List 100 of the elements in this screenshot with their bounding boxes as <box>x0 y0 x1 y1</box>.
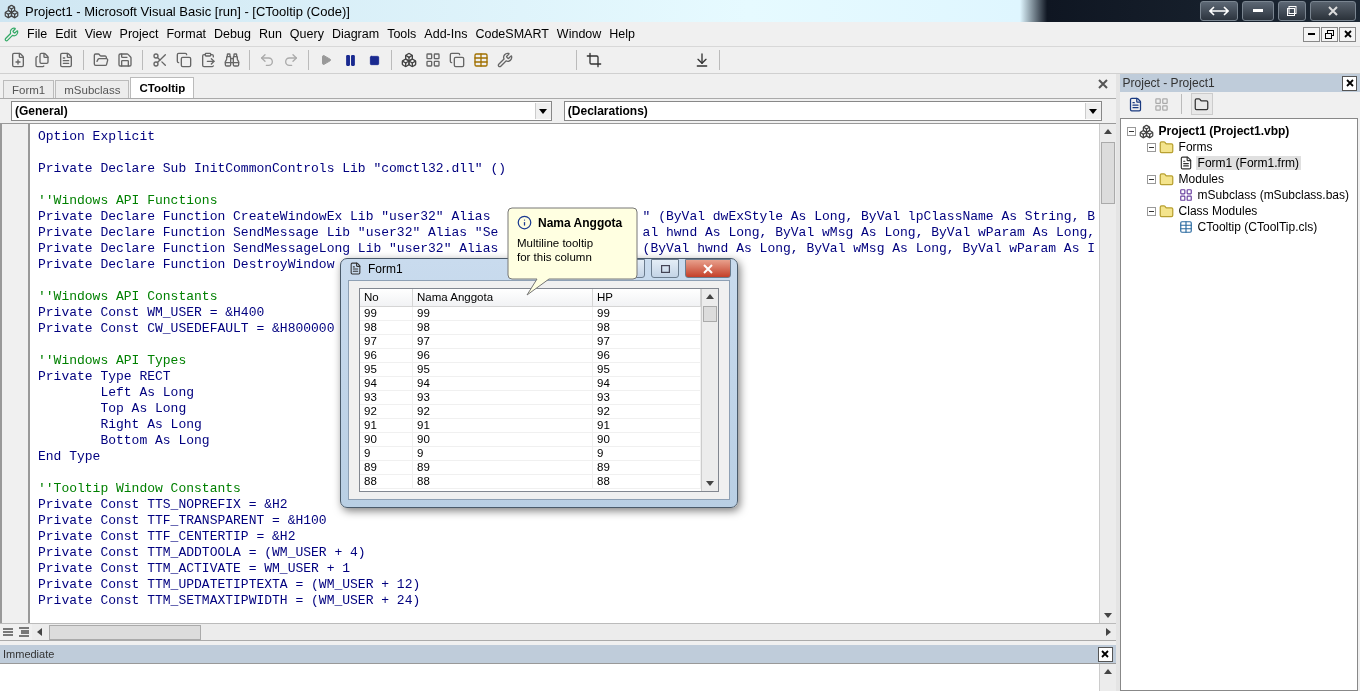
folder-icon <box>1158 203 1174 219</box>
resize-button[interactable] <box>1200 1 1238 21</box>
tree-item[interactable]: Form1 (Form1.frm) <box>1195 156 1301 170</box>
copy-button[interactable] <box>174 50 194 70</box>
pane-title: Project - Project1 <box>1122 76 1215 90</box>
tab[interactable]: Form1 <box>3 80 55 98</box>
menu-item[interactable]: Debug <box>210 27 255 41</box>
tab[interactable]: CTooltip <box>130 77 195 98</box>
menu-item[interactable]: Diagram <box>327 27 384 41</box>
code-comment: ''Tooltip Window Constants <box>38 481 241 497</box>
lines-icon <box>19 627 29 637</box>
close-button[interactable] <box>1339 26 1356 42</box>
close-button[interactable] <box>1342 75 1357 91</box>
lines-icon <box>3 628 13 636</box>
menu-item[interactable]: Tools <box>383 27 421 41</box>
toolbox-button[interactable] <box>495 50 515 70</box>
object-browser-button[interactable] <box>471 50 491 70</box>
arrow-down-icon <box>694 52 710 68</box>
table-cell: 99 <box>360 307 413 321</box>
table-cell: 93 <box>360 391 413 405</box>
grid-icon <box>425 52 441 68</box>
minimize-button[interactable] <box>1303 26 1320 42</box>
menu-item[interactable]: View <box>80 27 116 41</box>
column-header[interactable]: No <box>360 289 413 307</box>
collapse-icon[interactable] <box>1146 142 1156 152</box>
menu-item[interactable]: Run <box>254 27 286 41</box>
find-button[interactable] <box>222 50 242 70</box>
module-view-button[interactable] <box>16 624 32 640</box>
code-line: Private Declare Sub InitCommonControls Lib "comctl32.dll" () <box>38 161 507 177</box>
project-explorer-button[interactable] <box>399 50 419 70</box>
menu-item[interactable]: Format <box>162 27 211 41</box>
column-header[interactable]: HP <box>593 289 701 307</box>
minimize-button[interactable] <box>1242 1 1274 21</box>
code-line: Private Declare Function CreateWindowEx Lib "user32" Alias <box>38 209 491 225</box>
table-cell: 91 <box>413 419 593 433</box>
menu-item[interactable]: CodeSMART <box>471 27 553 41</box>
menu-item[interactable]: Help <box>605 27 640 41</box>
document-icon <box>58 52 74 68</box>
menu-item[interactable]: File <box>23 27 52 41</box>
files-icon <box>34 52 50 68</box>
toggle-folders-button[interactable] <box>1190 93 1213 115</box>
code-line: Private Const TTF_CENTERTIP = &H2 <box>38 529 296 545</box>
menu-item[interactable]: Add-Ins <box>420 27 472 41</box>
table-cell: 97 <box>413 335 593 349</box>
close-button[interactable] <box>1097 646 1113 662</box>
code-comment: ''Windows API Constants <box>38 289 218 305</box>
folder-open-icon <box>93 52 109 68</box>
info-icon <box>517 215 532 230</box>
close-icon <box>1343 30 1352 38</box>
crop-button[interactable] <box>584 50 604 70</box>
scroll-thumb[interactable] <box>1100 142 1115 204</box>
save-button[interactable] <box>115 50 135 70</box>
close-icon <box>1101 650 1110 658</box>
add-form-button[interactable] <box>32 50 52 70</box>
folder-icon <box>1158 139 1174 155</box>
scroll-thumb[interactable] <box>49 624 201 640</box>
collapse-icon[interactable] <box>1146 174 1156 184</box>
menu-item[interactable]: Query <box>285 27 328 41</box>
vertical-scrollbar[interactable] <box>701 289 718 491</box>
tree-item[interactable]: CTooltip (CToolTip.cls) <box>1195 220 1320 234</box>
code-line: Left As Long <box>99 385 195 401</box>
restore-button[interactable] <box>1321 26 1338 42</box>
tree-item[interactable]: Modules <box>1176 172 1226 186</box>
tree-item[interactable]: mSubclass (mSubclass.bas) <box>1195 188 1351 202</box>
clipboard-icon <box>200 52 216 68</box>
code-line: " (ByVal dwExStyle As Long, ByVal lpClassName As String, B <box>642 209 1096 225</box>
code-line: Private Declare Function SendMessage Lib "user32" Alias "Se <box>38 225 499 241</box>
object-dropdown[interactable]: (General) <box>11 101 552 121</box>
table-cell: 93 <box>413 391 593 405</box>
down-arrow-icon <box>1102 610 1113 620</box>
code-line: Private Declare Function DestroyWindow <box>38 257 335 273</box>
properties-button[interactable] <box>423 50 443 70</box>
tab[interactable]: mSubclass <box>55 80 130 98</box>
menu-item[interactable]: Edit <box>51 27 81 41</box>
minimize-icon <box>1308 32 1315 36</box>
table-cell: 99 <box>413 307 593 321</box>
collapse-icon[interactable] <box>1126 126 1136 136</box>
menu-item[interactable]: Project <box>115 27 163 41</box>
collapse-icon[interactable] <box>1146 206 1156 216</box>
code-line: (ByVal hwnd As Long, ByVal wMsg As Long, ByVal wParam As I <box>642 241 1096 257</box>
scissors-icon <box>152 52 168 68</box>
form-icon <box>349 262 362 275</box>
vertical-scrollbar[interactable] <box>1098 664 1116 691</box>
maximize-button[interactable] <box>651 259 679 278</box>
scroll-thumb[interactable] <box>703 306 717 322</box>
menu-item[interactable]: Window <box>552 27 606 41</box>
procedure-dropdown[interactable]: (Declarations) <box>563 101 1102 121</box>
tree-item[interactable]: Class Modules <box>1176 204 1260 218</box>
table-icon <box>473 52 489 68</box>
table-cell: 90 <box>413 433 593 447</box>
minimize-icon <box>1253 9 1263 13</box>
immediate-field[interactable] <box>0 663 1116 691</box>
stop-icon <box>368 54 380 66</box>
column-header[interactable]: Nama Anggota <box>413 289 593 307</box>
restore-button[interactable] <box>1278 1 1306 21</box>
horizontal-scrollbar[interactable] <box>32 624 1116 640</box>
table-cell: 88 <box>360 475 413 489</box>
tree-item[interactable]: Forms <box>1176 140 1215 154</box>
tree-item[interactable]: Project1 (Project1.vbp) <box>1156 124 1292 138</box>
close-button[interactable] <box>1310 1 1356 21</box>
